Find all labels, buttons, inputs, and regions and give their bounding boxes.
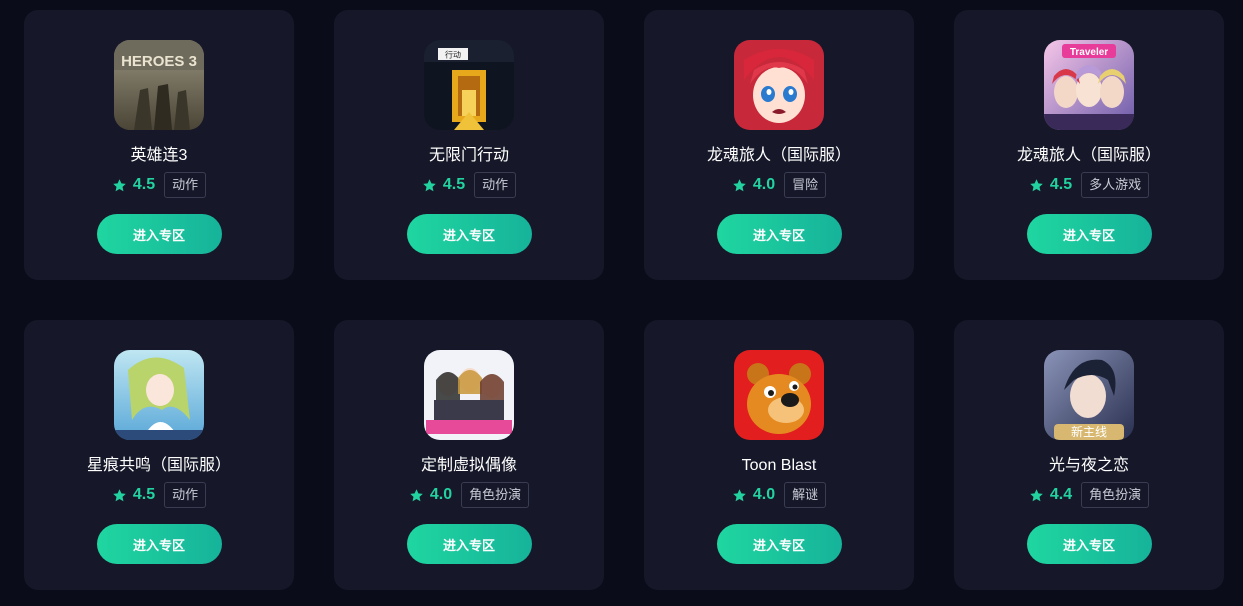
game-title: 无限门行动 (428, 147, 509, 164)
game-rating: 4.5 (442, 176, 466, 193)
game-card[interactable]: HEROES 3 英雄连3 4.5 动作 进入专区 (24, 10, 294, 280)
game-title: 光与夜之恋 (1048, 457, 1129, 474)
game-card[interactable]: 星痕共鸣（国际服） 4.5 动作 进入专区 (24, 320, 294, 590)
game-card[interactable]: 行动 无限门行动 4.5 动作 进入专区 (334, 10, 604, 280)
genre-tag: 角色扮演 (461, 482, 530, 508)
game-meta: 4.5 动作 (112, 482, 207, 508)
genre-tag: 动作 (474, 172, 517, 198)
star-icon (733, 488, 746, 501)
genre-tag: 冒险 (784, 172, 827, 198)
genre-tag: 角色扮演 (1081, 482, 1150, 508)
game-card[interactable]: 新主线 光与夜之恋 4.4 角色扮演 进入专区 (954, 320, 1224, 590)
cartoon-bear-icon[interactable] (734, 350, 824, 440)
game-title: 定制虚拟偶像 (420, 457, 517, 474)
svg-text:Traveler: Traveler (1070, 47, 1108, 58)
enter-zone-button[interactable]: 进入专区 (716, 214, 842, 254)
game-grid: HEROES 3 英雄连3 4.5 动作 进入专区 行动 无限门行动 4.5 动… (0, 0, 1243, 606)
game-rating: 4.0 (752, 486, 776, 503)
game-title: Toon Blast (741, 457, 817, 474)
game-card[interactable]: Traveler 龙魂旅人（国际服） 4.5 多人游戏 进入专区 (954, 10, 1224, 280)
enter-zone-button[interactable]: 进入专区 (406, 214, 532, 254)
game-meta: 4.5 多人游戏 (1029, 172, 1150, 198)
game-title: 龙魂旅人（国际服） (1016, 147, 1161, 164)
genre-tag: 多人游戏 (1081, 172, 1150, 198)
game-card[interactable]: 定制虚拟偶像 4.0 角色扮演 进入专区 (334, 320, 604, 590)
star-icon (113, 178, 126, 191)
red-hair-girl-icon[interactable] (734, 40, 824, 130)
enter-zone-button[interactable]: 进入专区 (406, 524, 532, 564)
game-meta: 4.0 冒险 (732, 172, 827, 198)
enter-zone-button[interactable]: 进入专区 (1026, 214, 1152, 254)
company-of-heroes-3-icon[interactable]: HEROES 3 (114, 40, 204, 130)
game-meta: 4.5 动作 (422, 172, 517, 198)
game-meta: 4.4 角色扮演 (1029, 482, 1150, 508)
game-rating: 4.5 (132, 486, 156, 503)
game-rating: 4.5 (132, 176, 156, 193)
enter-zone-button[interactable]: 进入专区 (1026, 524, 1152, 564)
star-icon (1030, 178, 1043, 191)
game-rating: 4.0 (752, 176, 776, 193)
game-rating: 4.5 (1049, 176, 1073, 193)
genre-tag: 动作 (164, 172, 207, 198)
star-icon (113, 488, 126, 501)
game-meta: 4.0 解谜 (732, 482, 827, 508)
star-icon (423, 178, 436, 191)
svg-text:HEROES 3: HEROES 3 (121, 53, 197, 70)
svg-text:新主线: 新主线 (1071, 424, 1107, 439)
game-card[interactable]: Toon Blast 4.0 解谜 进入专区 (644, 320, 914, 590)
enter-zone-button[interactable]: 进入专区 (96, 524, 222, 564)
genre-tag: 解谜 (784, 482, 827, 508)
game-meta: 4.5 动作 (112, 172, 207, 198)
star-icon (410, 488, 423, 501)
svg-text:行动: 行动 (445, 50, 461, 60)
infinite-door-icon[interactable]: 行动 (424, 40, 514, 130)
idol-group-icon[interactable] (424, 350, 514, 440)
game-title: 星痕共鸣（国际服） (86, 457, 231, 474)
genre-tag: 动作 (164, 482, 207, 508)
game-rating: 4.0 (429, 486, 453, 503)
traveler-characters-icon[interactable]: Traveler (1044, 40, 1134, 130)
game-meta: 4.0 角色扮演 (409, 482, 530, 508)
dark-hair-man-icon[interactable]: 新主线 (1044, 350, 1134, 440)
game-title: 英雄连3 (130, 147, 188, 164)
game-rating: 4.4 (1049, 486, 1073, 503)
game-card[interactable]: 龙魂旅人（国际服） 4.0 冒险 进入专区 (644, 10, 914, 280)
star-icon (733, 178, 746, 191)
enter-zone-button[interactable]: 进入专区 (96, 214, 222, 254)
star-icon (1030, 488, 1043, 501)
green-hair-girl-icon[interactable] (114, 350, 204, 440)
game-title: 龙魂旅人（国际服） (706, 147, 851, 164)
enter-zone-button[interactable]: 进入专区 (716, 524, 842, 564)
